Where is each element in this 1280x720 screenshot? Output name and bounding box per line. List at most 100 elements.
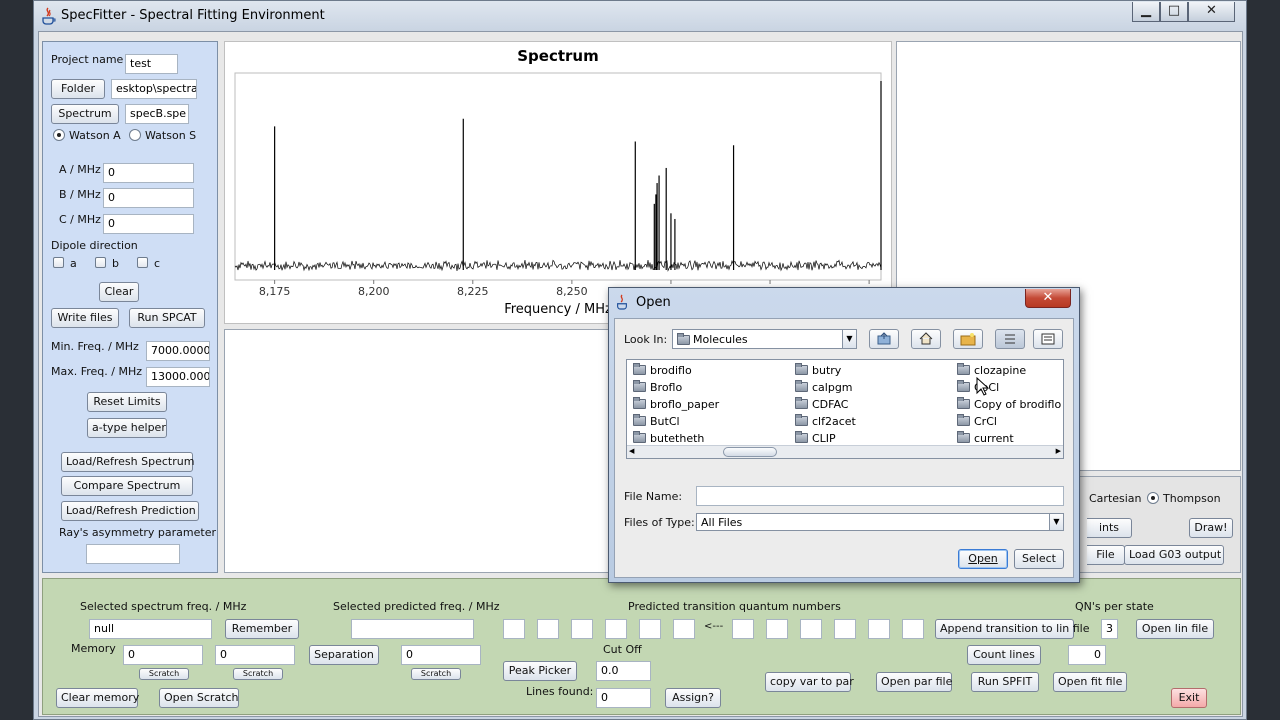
file-list-item[interactable]: butetheth [633, 431, 704, 445]
load-g03-output-button[interactable]: Load G03 output [1124, 545, 1224, 565]
file-list-item[interactable]: current [957, 431, 1014, 445]
chevron-down-icon[interactable]: ▼ [842, 330, 856, 348]
qn-lower-3[interactable] [800, 619, 822, 639]
dipole-a-checkbox[interactable] [53, 257, 64, 268]
files-of-type-select[interactable]: All Files ▼ [696, 513, 1064, 531]
scratch-1-button[interactable]: Scratch [139, 668, 189, 680]
title-bar[interactable]: SpecFitter - Spectral Fitting Environmen… [34, 1, 1248, 31]
details-view-button[interactable] [1033, 329, 1063, 349]
file-list-item[interactable]: calpgm [795, 380, 853, 394]
selected-predicted-freq-input[interactable] [351, 619, 474, 639]
qn-upper-2[interactable] [537, 619, 559, 639]
file-list-item[interactable]: broflo_paper [633, 397, 719, 411]
memory-2-input[interactable]: 0 [215, 645, 295, 665]
spectrum-chart[interactable]: Spectrum 8,1758,2008,2258,2508,2758,3008… [225, 42, 891, 323]
qn-lower-6[interactable] [902, 619, 924, 639]
write-files-button[interactable]: Write files [51, 308, 119, 328]
scroll-left-icon[interactable]: ◀ [629, 447, 634, 455]
file-list-item[interactable]: ButCl [633, 414, 680, 428]
thompson-radio[interactable] [1147, 492, 1159, 504]
separation-input[interactable]: 0 [401, 645, 481, 665]
open-fit-file-button[interactable]: Open fit file [1053, 672, 1127, 692]
dialog-close-button[interactable]: ✕ [1025, 289, 1071, 308]
qn-lower-5[interactable] [868, 619, 890, 639]
qn-lower-1[interactable] [732, 619, 754, 639]
minimize-button[interactable]: ▁ [1132, 2, 1160, 22]
list-view-button[interactable] [995, 329, 1025, 349]
copy-var-to-par-button[interactable]: copy var to par [765, 672, 854, 692]
file-list[interactable]: brodiflobutryclozapineBroflocalpgmCoClbr… [626, 359, 1064, 459]
folder-input[interactable]: esktop\spectraB\ [111, 79, 197, 99]
file-list-item[interactable]: CrCl [957, 414, 997, 428]
assign-button[interactable]: Assign? [665, 688, 721, 708]
a-constant-input[interactable]: 0 [103, 163, 194, 183]
scrollbar-thumb[interactable] [723, 447, 777, 457]
scratch-2-button[interactable]: Scratch [233, 668, 283, 680]
memory-1-input[interactable]: 0 [123, 645, 203, 665]
remember-button[interactable]: Remember [225, 619, 299, 639]
min-freq-input[interactable]: 7000.0000 [146, 341, 210, 361]
home-button[interactable] [911, 329, 941, 349]
qn-upper-4[interactable] [605, 619, 627, 639]
file-name-input[interactable] [696, 486, 1064, 506]
compare-spectrum-button[interactable]: Compare Spectrum [61, 476, 193, 496]
dipole-b-checkbox[interactable] [95, 257, 106, 268]
chevron-down-icon[interactable]: ▼ [1049, 514, 1063, 530]
file-list-item[interactable]: clozapine [957, 363, 1026, 377]
scroll-right-icon[interactable]: ▶ [1056, 447, 1061, 455]
new-folder-button[interactable] [953, 329, 983, 349]
qn-per-state-input[interactable]: 3 [1101, 619, 1118, 639]
open-scratch-button[interactable]: Open Scratch [159, 688, 239, 708]
maximize-button[interactable]: □ [1160, 2, 1188, 22]
exit-button[interactable]: Exit [1171, 688, 1207, 708]
append-transition-button[interactable]: Append transition to lin file [935, 619, 1089, 639]
dipole-c-checkbox[interactable] [137, 257, 148, 268]
file-list-item[interactable]: clf2acet [795, 414, 856, 428]
separation-button[interactable]: Separation [309, 645, 379, 665]
qn-lower-4[interactable] [834, 619, 856, 639]
open-lin-file-button[interactable]: Open lin file [1136, 619, 1214, 639]
clear-memory-button[interactable]: Clear memory [56, 688, 139, 708]
count-lines-button[interactable]: Count lines [967, 645, 1041, 665]
file-list-item[interactable]: butry [795, 363, 841, 377]
horizontal-scrollbar[interactable]: ◀ ▶ [627, 445, 1063, 458]
c-constant-input[interactable]: 0 [103, 214, 194, 234]
folder-button[interactable]: Folder [51, 79, 105, 99]
file-list-item[interactable]: CLIP [795, 431, 836, 445]
scratch-3-button[interactable]: Scratch [411, 668, 461, 680]
reset-limits-button[interactable]: Reset Limits [87, 392, 167, 412]
qn-upper-5[interactable] [639, 619, 661, 639]
a-type-helper-button[interactable]: a-type helper [87, 418, 167, 438]
cut-off-input[interactable]: 0.0 [596, 661, 651, 681]
file-list-item[interactable]: Broflo [633, 380, 682, 394]
qn-upper-3[interactable] [571, 619, 593, 639]
load-refresh-prediction-button[interactable]: Load/Refresh Prediction [61, 501, 199, 521]
load-refresh-spectrum-button[interactable]: Load/Refresh Spectrum [61, 452, 194, 472]
max-freq-input[interactable]: 13000.0000 [146, 367, 210, 387]
selected-spectrum-freq-input[interactable]: null [89, 619, 212, 639]
run-spfit-button[interactable]: Run SPFIT [971, 672, 1039, 692]
spectrum-button[interactable]: Spectrum [51, 104, 119, 124]
points-button[interactable]: ints [1087, 518, 1132, 538]
watson-s-radio[interactable] [129, 129, 141, 141]
open-button[interactable]: Open [958, 549, 1008, 569]
spectrum-file-input[interactable]: specB.spe [125, 104, 189, 124]
open-par-file-button[interactable]: Open par file [876, 672, 952, 692]
clear-button[interactable]: Clear [99, 282, 139, 302]
draw-button[interactable]: Draw! [1189, 518, 1233, 538]
project-name-input[interactable]: test [125, 54, 178, 74]
qn-upper-1[interactable] [503, 619, 525, 639]
b-constant-input[interactable]: 0 [103, 188, 194, 208]
close-window-button[interactable]: ✕ [1188, 2, 1235, 22]
select-button[interactable]: Select [1014, 549, 1064, 569]
file-list-item[interactable]: Copy of brodiflo [957, 397, 1061, 411]
peak-picker-button[interactable]: Peak Picker [503, 661, 577, 681]
load-file-button[interactable]: File [1087, 545, 1125, 565]
look-in-select[interactable]: Molecules ▼ [672, 329, 857, 349]
up-one-level-button[interactable] [869, 329, 899, 349]
run-spcat-button[interactable]: Run SPCAT [129, 308, 205, 328]
file-list-item[interactable]: brodiflo [633, 363, 692, 377]
qn-lower-2[interactable] [766, 619, 788, 639]
file-list-item[interactable]: CDFAC [795, 397, 848, 411]
watson-a-radio[interactable] [53, 129, 65, 141]
